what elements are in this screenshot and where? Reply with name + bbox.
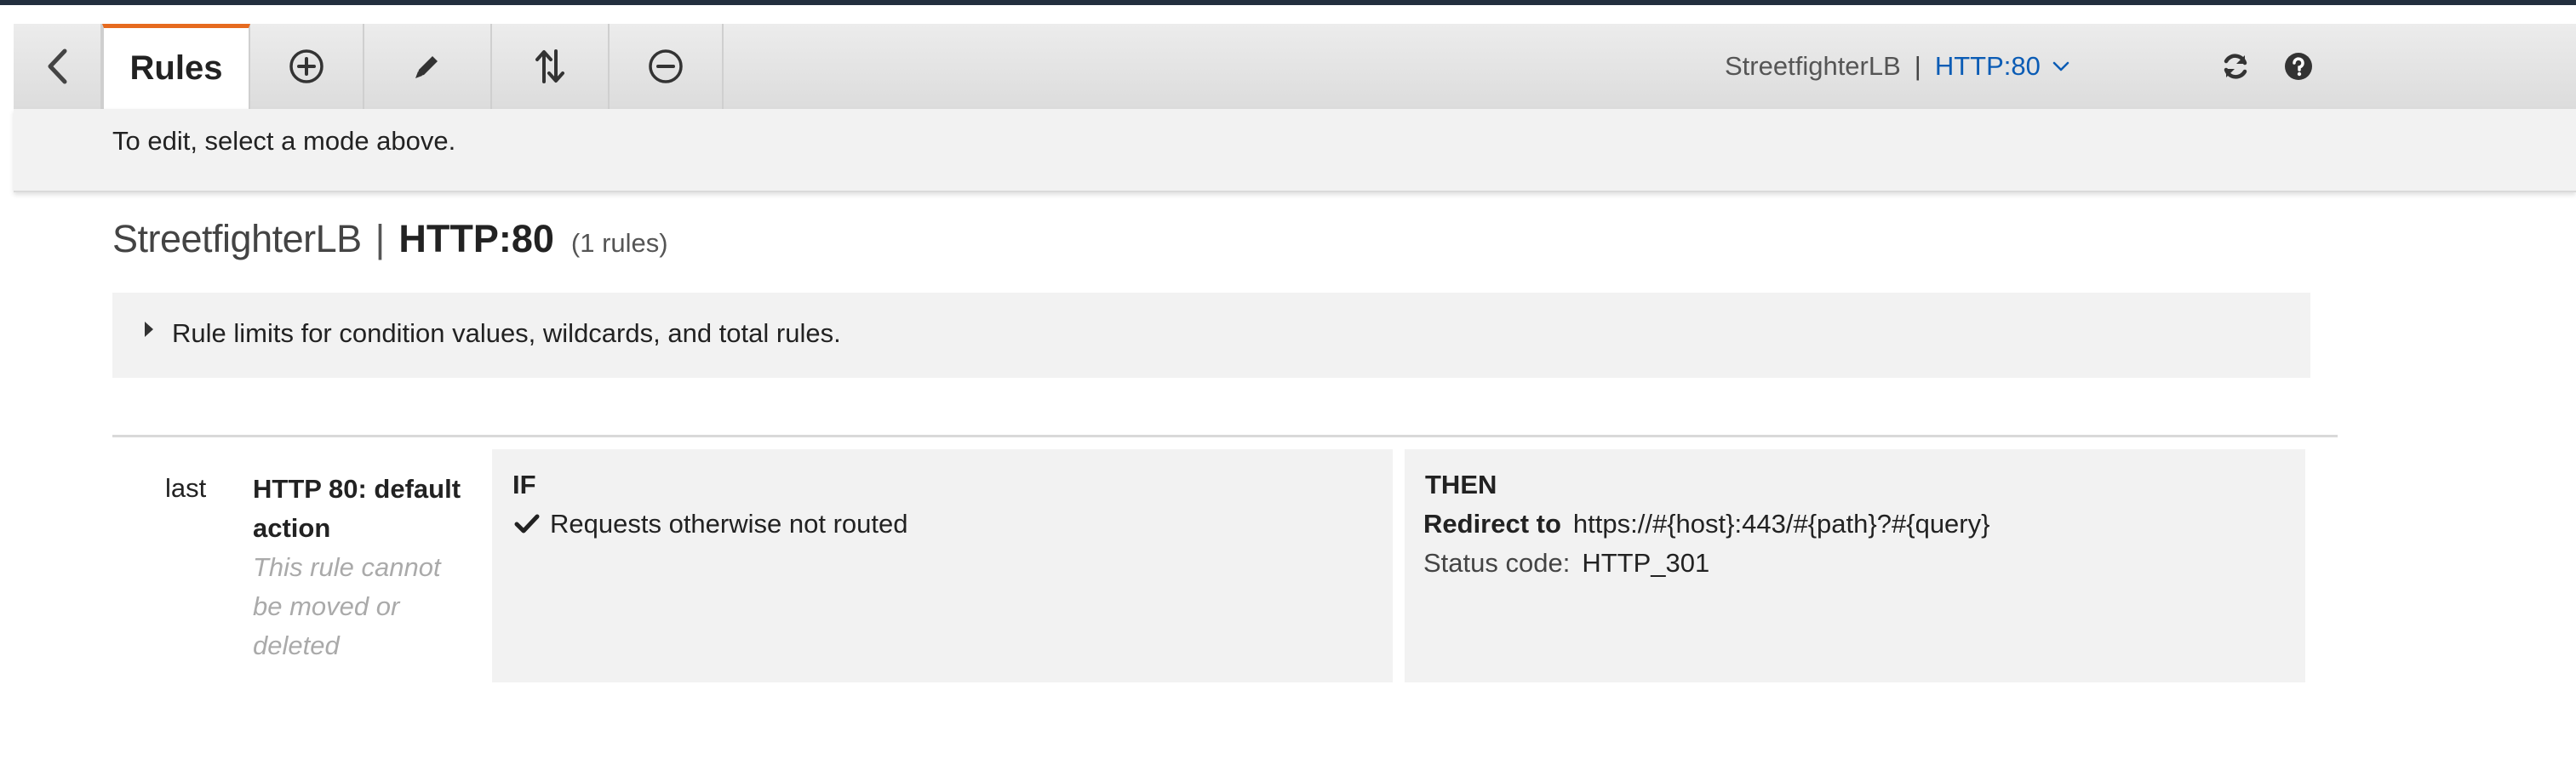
then-heading: THEN <box>1425 470 1497 499</box>
status-code-value: HTTP_301 <box>1582 548 1710 578</box>
chevron-left-icon <box>48 48 67 84</box>
pencil-icon <box>415 56 438 78</box>
page-title: StreetfighterLB | HTTP:80 (1 rules) <box>112 217 668 261</box>
rule-count: (1 rules) <box>570 228 668 258</box>
rule-condition: Requests otherwise not routed <box>514 509 907 539</box>
sort-arrows-icon <box>535 49 564 83</box>
refresh-icon <box>2224 54 2247 79</box>
rule-priority: last <box>165 473 207 503</box>
status-code: Status code: HTTP_301 <box>1423 548 1709 579</box>
rule-if-panel: IF Requests otherwise not routed <box>492 449 1393 682</box>
refresh-button[interactable] <box>2212 43 2259 90</box>
load-balancer-name: StreetfighterLB <box>1725 51 1901 81</box>
chevron-down-icon <box>2052 61 2069 71</box>
caret-right-icon <box>145 322 153 337</box>
console-top-bar <box>0 0 2576 5</box>
mode-info-bar: To edit, select a mode above. <box>14 109 2576 192</box>
rule-note: This rule cannot be moved or deleted <box>253 552 441 660</box>
separator: | <box>1914 51 1921 81</box>
minus-circle-icon <box>649 49 683 83</box>
title-separator: | <box>375 217 386 260</box>
help-button[interactable] <box>2275 43 2322 90</box>
listener-name: HTTP:80 <box>1934 51 2041 81</box>
redirect-action: Redirect to https://#{host}:443/#{path}?#… <box>1423 509 1989 539</box>
title-load-balancer: StreetfighterLB <box>112 217 362 260</box>
title-listener: HTTP:80 <box>398 217 554 260</box>
mode-info-message: To edit, select a mode above. <box>112 126 456 156</box>
plus-circle-icon <box>289 49 323 83</box>
back-button[interactable] <box>14 24 102 109</box>
checkmark-icon <box>514 514 540 534</box>
rule-limits-expander[interactable]: Rule limits for condition values, wildca… <box>112 293 2310 378</box>
help-icon <box>2285 53 2312 80</box>
rule-name: HTTP 80: default action <box>253 474 461 543</box>
tab-rules[interactable]: Rules <box>102 24 250 109</box>
divider <box>112 435 2338 437</box>
add-rules-button[interactable] <box>250 24 364 109</box>
tab-rules-label: Rules <box>129 49 223 87</box>
condition-text: Requests otherwise not routed <box>550 509 908 539</box>
edit-rules-button[interactable] <box>364 24 492 109</box>
reorder-rules-button[interactable] <box>492 24 610 109</box>
delete-rules-button[interactable] <box>610 24 724 109</box>
rule-limits-text: Rule limits for condition values, wildca… <box>172 318 841 348</box>
listener-selector[interactable]: StreetfighterLB | HTTP:80 <box>1725 44 2069 88</box>
if-heading: IF <box>512 470 536 499</box>
rule-then-panel: THEN Redirect to https://#{host}:443/#{pa… <box>1405 449 2305 682</box>
status-code-label: Status code: <box>1423 548 1571 578</box>
rules-toolbar: Rules StreetfighterLB | HTTP:80 <box>14 24 2576 110</box>
redirect-label: Redirect to <box>1423 509 1561 539</box>
redirect-target: https://#{host}:443/#{path}?#{query} <box>1572 509 1990 539</box>
